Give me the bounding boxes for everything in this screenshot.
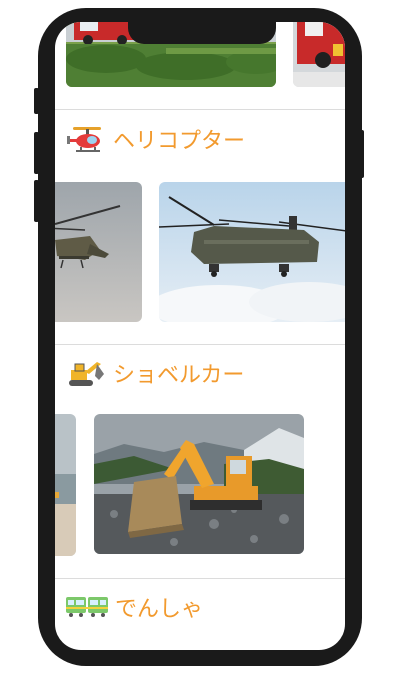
section-title-excavator: ショベルカー [113,363,245,388]
chinook-helicopter-photo[interactable] [159,182,345,322]
attack-helicopter-photo[interactable] [55,182,142,322]
excavator-icon [67,358,107,392]
helicopter-icon [67,124,105,158]
fire-truck-image-2 [293,22,345,87]
excavator-partial-image [55,414,76,556]
attack-helicopter-image [55,182,142,322]
app-screen: ヘリコプター ショベルカー でんしゃ [55,22,345,650]
section-divider [55,578,345,579]
section-divider [55,109,345,110]
phone-notch [128,22,276,44]
chinook-helicopter-image [159,182,345,322]
excavator-image [94,414,304,554]
excavator-photo-partial[interactable] [55,414,76,556]
section-divider [55,344,345,345]
section-title-helicopter: ヘリコプター [113,129,246,154]
train-icon [65,594,109,622]
section-title-train: でんしゃ [115,597,204,622]
fire-truck-photo-2[interactable] [293,22,345,87]
excavator-photo[interactable] [94,414,304,554]
